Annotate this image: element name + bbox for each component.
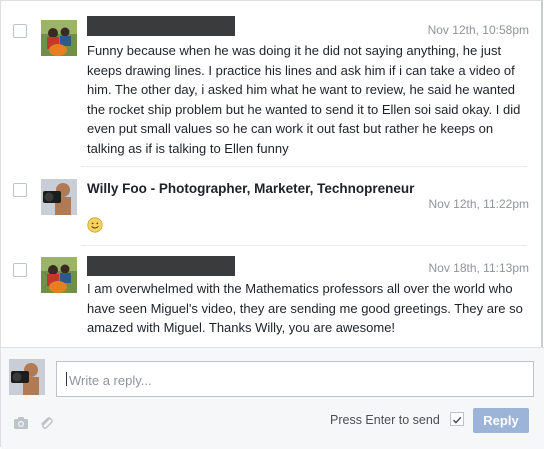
- message-body: I am overwhelmed with the Mathematics pr…: [87, 281, 523, 335]
- press-enter-checkbox[interactable]: [450, 412, 464, 426]
- sender-name-redacted: [87, 256, 235, 276]
- paperclip-icon[interactable]: [38, 416, 54, 430]
- camera-icon[interactable]: [13, 416, 29, 430]
- text-cursor: [66, 372, 67, 386]
- current-user-avatar: [9, 359, 45, 395]
- sender-name[interactable]: Willy Foo - Photographer, Marketer, Tech…: [87, 181, 414, 196]
- sender-avatar[interactable]: [41, 20, 77, 56]
- message-separator: [81, 245, 527, 246]
- reply-button[interactable]: Reply: [473, 408, 529, 433]
- conversation-panel: Nov 12th, 10:58pm Funny because when he …: [0, 0, 544, 449]
- message-select-checkbox[interactable]: [13, 183, 27, 197]
- message-timestamp: Nov 18th, 11:13pm: [428, 261, 529, 275]
- message-select-checkbox[interactable]: [13, 263, 27, 277]
- smiley-emoji: [87, 217, 103, 233]
- message-separator: [81, 166, 527, 167]
- sender-avatar[interactable]: [41, 179, 77, 215]
- reply-box[interactable]: [56, 361, 534, 398]
- reply-input[interactable]: [67, 362, 526, 398]
- press-enter-label: Press Enter to send: [330, 413, 440, 427]
- sender-avatar[interactable]: [41, 257, 77, 293]
- message-body: Funny because when he was doing it he di…: [87, 43, 521, 156]
- sender-name-redacted: [87, 16, 235, 36]
- message-timestamp: Nov 12th, 10:58pm: [427, 23, 529, 37]
- message-select-checkbox[interactable]: [13, 24, 27, 38]
- message-timestamp: Nov 12th, 11:22pm: [428, 197, 529, 211]
